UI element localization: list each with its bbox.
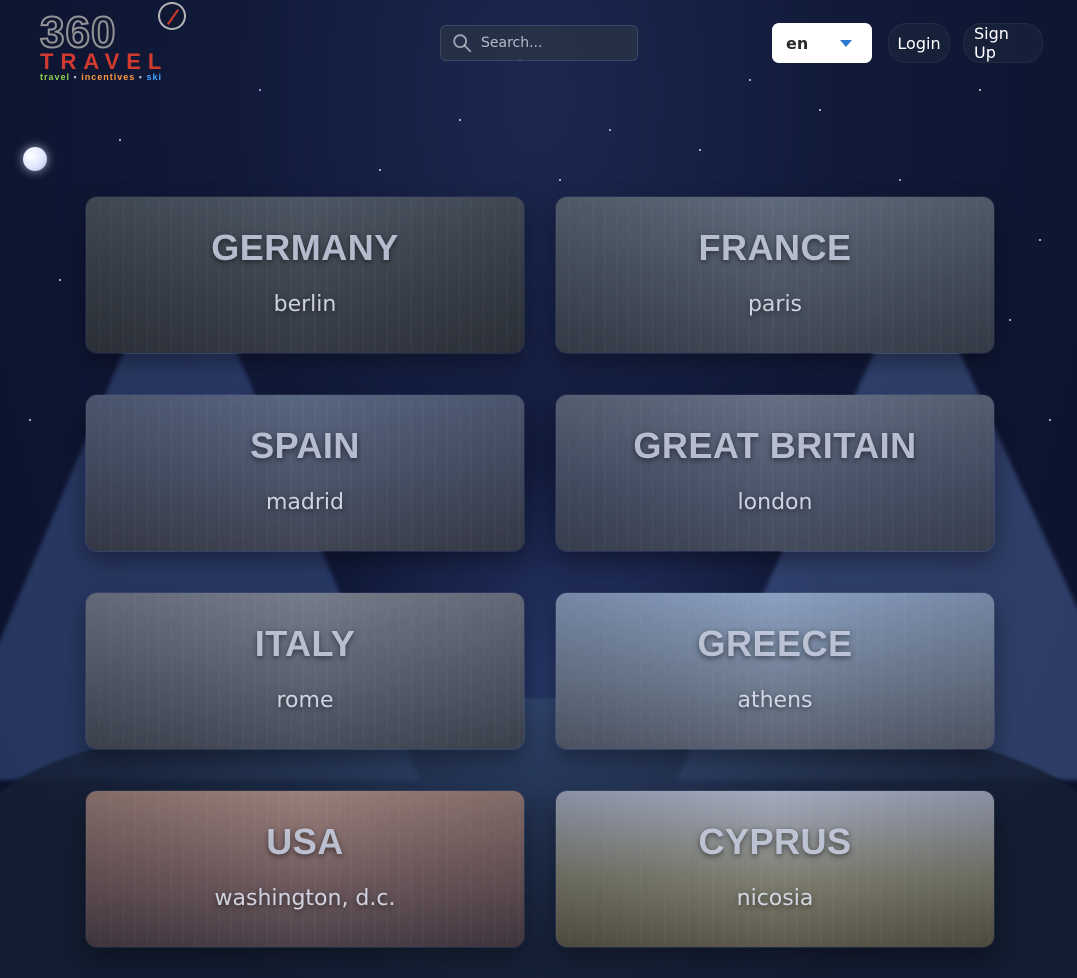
- login-button[interactable]: Login: [888, 23, 950, 63]
- destination-card-cyprus[interactable]: CYPRUS nicosia: [555, 790, 995, 948]
- card-overlay: [556, 593, 994, 749]
- tagline-separator: •: [73, 72, 78, 82]
- destination-city: london: [737, 490, 813, 515]
- top-header: 360 TRAVEL travel • incentives • ski en …: [0, 0, 1077, 95]
- destination-city: nicosia: [736, 886, 814, 911]
- tagline-separator: •: [138, 72, 143, 82]
- card-overlay: [86, 791, 524, 947]
- card-overlay: [556, 197, 994, 353]
- destination-country: SPAIN: [250, 425, 360, 466]
- card-overlay: [556, 791, 994, 947]
- destination-city: paris: [747, 292, 803, 317]
- caret-down-icon: [840, 39, 852, 47]
- tagline-ski: ski: [146, 72, 162, 82]
- destination-city: berlin: [273, 292, 337, 317]
- tagline-travel: travel: [40, 72, 71, 82]
- moon-icon: [23, 147, 47, 171]
- destination-country: ITALY: [254, 623, 356, 664]
- search-icon: [451, 32, 473, 54]
- brand-logo[interactable]: 360 TRAVEL travel • incentives • ski: [39, 2, 200, 86]
- search-bar[interactable]: [440, 25, 638, 61]
- destination-country: CYPRUS: [698, 821, 852, 862]
- destination-card-france[interactable]: FRANCE paris: [555, 196, 995, 354]
- signup-button[interactable]: Sign Up: [963, 23, 1043, 63]
- language-select[interactable]: en: [772, 23, 872, 63]
- search-input[interactable]: [479, 30, 628, 56]
- compass-icon: [158, 2, 186, 30]
- destination-card-usa[interactable]: USA washington, d.c.: [85, 790, 525, 948]
- destination-card-italy[interactable]: ITALY rome: [85, 592, 525, 750]
- destination-city: madrid: [266, 490, 344, 515]
- destination-country: GERMANY: [211, 227, 399, 268]
- destination-city: washington, d.c.: [214, 886, 396, 911]
- destination-card-greece[interactable]: GREECE athens: [555, 592, 995, 750]
- destination-country: GREAT BRITAIN: [633, 425, 917, 466]
- destination-country: GREECE: [697, 623, 853, 664]
- destination-city: athens: [737, 688, 813, 713]
- destination-country: USA: [266, 821, 344, 862]
- destination-card-germany[interactable]: GERMANY berlin: [85, 196, 525, 354]
- language-selected-value: en: [786, 33, 809, 53]
- card-overlay: [86, 593, 524, 749]
- card-overlay: [556, 395, 994, 551]
- card-overlay: [86, 197, 524, 353]
- logo-tagline: travel • incentives • ski: [40, 72, 162, 82]
- destinations-grid: GERMANY berlin FRANCE paris SPAIN madrid…: [85, 196, 995, 948]
- destination-card-great-britain[interactable]: GREAT BRITAIN london: [555, 394, 995, 552]
- tagline-incentives: incentives: [81, 72, 136, 82]
- card-overlay: [86, 395, 524, 551]
- destination-card-spain[interactable]: SPAIN madrid: [85, 394, 525, 552]
- destination-city: rome: [276, 688, 334, 713]
- destination-country: FRANCE: [698, 227, 852, 268]
